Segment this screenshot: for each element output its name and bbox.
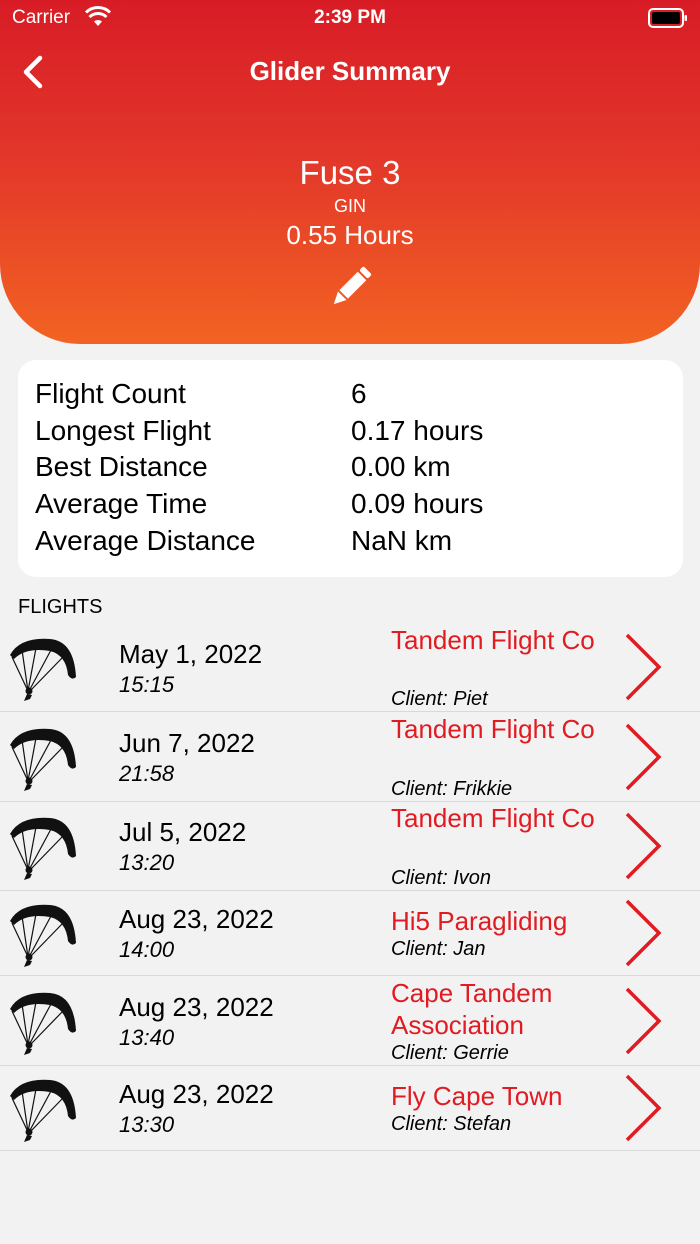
status-bar: Carrier 2:39 PM — [0, 0, 700, 36]
flight-company: Tandem Flight Co — [391, 625, 595, 655]
stat-value: NaN km — [351, 525, 453, 556]
stat-value: 0.00 km — [351, 451, 451, 482]
stat-average-distance: Average Distance NaN km — [35, 525, 675, 561]
flight-client: Client: Jan — [391, 938, 486, 960]
stat-value: 0.09 hours — [351, 488, 484, 519]
stat-flight-count: Flight Count 6 — [35, 378, 675, 414]
chevron-right-icon — [625, 633, 662, 701]
chevron-right-icon — [625, 723, 662, 791]
pencil-icon — [333, 266, 372, 305]
flight-row[interactable]: Aug 23, 2022 14:00 Hi5 Paragliding Clien… — [0, 891, 700, 976]
paraglider-icon — [10, 728, 76, 791]
glider-brand: GIN — [333, 196, 366, 216]
flight-time: 13:20 — [119, 850, 175, 875]
flight-date: May 1, 2022 — [119, 639, 263, 669]
flight-date: Aug 23, 2022 — [119, 904, 274, 934]
flight-client: Client: Stefan — [391, 1113, 512, 1135]
flight-client: Client: Ivon — [391, 867, 492, 889]
stat-label: Average Distance — [35, 525, 256, 556]
flight-company: Hi5 Paragliding — [391, 906, 568, 936]
chevron-right-icon — [625, 987, 662, 1055]
paraglider-icon — [10, 1079, 76, 1142]
flight-company: Tandem Flight Co — [391, 714, 595, 744]
flight-date: Aug 23, 2022 — [119, 992, 274, 1022]
flight-time: 15:15 — [119, 672, 175, 697]
flight-company: Fly Cape Town — [391, 1081, 563, 1111]
flight-client: Client: Piet — [391, 688, 488, 710]
flight-time: 13:30 — [119, 1112, 175, 1137]
flight-row[interactable]: Aug 23, 2022 13:30 Fly Cape Town Client:… — [0, 1066, 700, 1151]
stats-card: Flight Count 6 Longest Flight 0.17 hours… — [18, 360, 683, 577]
flight-row[interactable]: Jul 5, 2022 13:20 Tandem Flight Co Clien… — [0, 802, 700, 891]
flight-date: Jun 7, 2022 — [119, 728, 255, 758]
stat-label: Longest Flight — [35, 415, 211, 446]
flight-client: Client: Frikkie — [391, 778, 513, 800]
edit-button[interactable] — [327, 265, 373, 311]
page-title: Glider Summary — [249, 56, 451, 86]
chevron-right-icon — [625, 812, 662, 880]
flight-time: 13:40 — [119, 1025, 175, 1050]
flight-company: Cape Tandem Association — [391, 978, 553, 1040]
stat-label: Flight Count — [35, 378, 186, 409]
paraglider-icon — [10, 904, 76, 967]
flight-row[interactable]: Aug 23, 2022 13:40 Cape Tandem Associati… — [0, 976, 700, 1066]
chevron-right-icon — [625, 1074, 662, 1142]
paraglider-icon — [10, 638, 76, 701]
stat-average-time: Average Time 0.09 hours — [35, 488, 675, 524]
chevron-right-icon — [625, 899, 662, 967]
flight-time: 21:58 — [119, 761, 175, 786]
flight-date: Aug 23, 2022 — [119, 1079, 274, 1109]
status-time: 2:39 PM — [314, 7, 386, 28]
flight-client: Client: Gerrie — [391, 1042, 509, 1064]
flight-row[interactable]: May 1, 2022 15:15 Tandem Flight Co Clien… — [0, 623, 700, 712]
flight-company: Tandem Flight Co — [391, 803, 595, 833]
stat-longest-flight: Longest Flight 0.17 hours — [35, 415, 675, 451]
stat-value: 0.17 hours — [351, 415, 484, 446]
stat-best-distance: Best Distance 0.00 km — [35, 451, 675, 487]
battery-icon — [648, 8, 687, 28]
glider-name: Fuse 3 — [299, 154, 401, 191]
flight-row[interactable]: Jun 7, 2022 21:58 Tandem Flight Co Clien… — [0, 712, 700, 802]
paraglider-icon — [10, 992, 76, 1055]
flight-time: 14:00 — [119, 937, 175, 962]
stat-label: Average Time — [35, 488, 208, 519]
flight-date: Jul 5, 2022 — [119, 817, 247, 847]
glider-header: Carrier 2:39 PM Glider Summary Fuse 3 GI… — [0, 0, 700, 344]
glider-hours: 0.55 Hours — [286, 220, 414, 250]
stat-value: 6 — [351, 378, 367, 409]
flights-section-title: FLIGHTS — [18, 596, 103, 618]
paraglider-icon — [10, 817, 76, 880]
stat-label: Best Distance — [35, 451, 208, 482]
